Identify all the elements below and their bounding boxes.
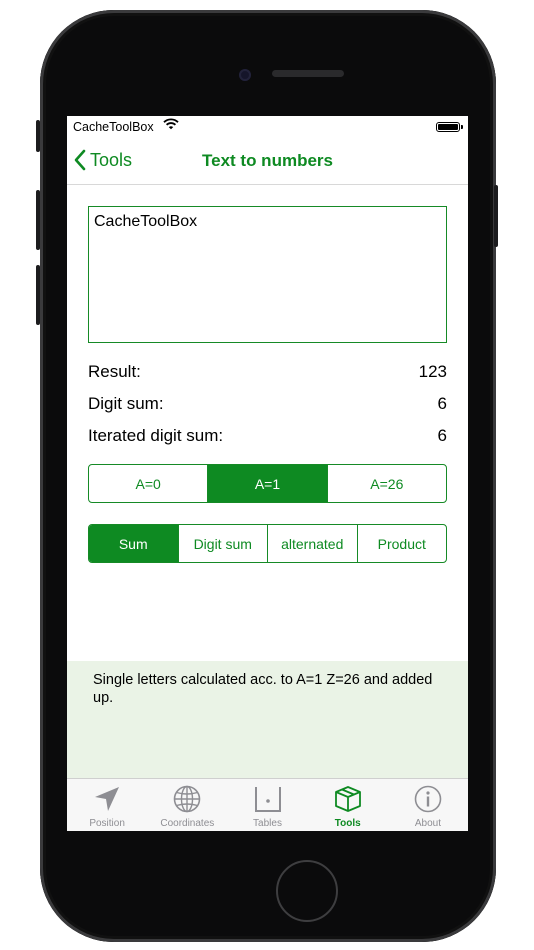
earpiece-speaker xyxy=(272,70,344,77)
power-button xyxy=(494,185,498,247)
front-camera xyxy=(239,69,251,81)
iterated-digit-sum-label: Iterated digit sum: xyxy=(88,426,224,445)
segment-digit-sum[interactable]: Digit sum xyxy=(177,525,268,562)
volume-up-button xyxy=(36,190,40,250)
tab-label: Tables xyxy=(253,818,282,829)
digit-sum-value: 6 xyxy=(437,394,447,413)
tab-label: About xyxy=(414,818,441,829)
iterated-digit-sum-row: Iterated digit sum: 6 xyxy=(88,426,447,448)
calculation-mode-segmented-control: Sum Digit sum alternated Product xyxy=(88,524,447,563)
segment-product[interactable]: Product xyxy=(356,525,447,562)
battery-icon xyxy=(436,122,463,132)
home-button[interactable] xyxy=(276,860,338,922)
segment-a26[interactable]: A=26 xyxy=(326,465,446,502)
tab-tools[interactable]: Tools xyxy=(308,779,388,831)
info-text: Single letters calculated acc. to A=1 Z=… xyxy=(93,672,433,706)
segment-alternated[interactable]: alternated xyxy=(267,525,357,562)
mute-switch xyxy=(36,120,40,152)
tab-coordinates[interactable]: Coordinates xyxy=(147,779,227,831)
tab-label: Tools xyxy=(334,818,361,829)
app-screen: CacheToolBox Tools Text to numbers Cache… xyxy=(67,116,468,831)
digit-sum-label: Digit sum: xyxy=(88,394,164,413)
segment-a0[interactable]: A=0 xyxy=(89,465,207,502)
tab-label: Coordinates xyxy=(160,818,215,829)
info-icon xyxy=(414,785,442,813)
segment-a1[interactable]: A=1 xyxy=(207,465,327,502)
location-arrow-icon xyxy=(95,787,120,811)
tab-label: Position xyxy=(89,818,125,829)
letter-offset-segmented-control: A=0 A=1 A=26 xyxy=(88,464,447,503)
globe-icon xyxy=(173,785,201,813)
tab-position[interactable]: Position xyxy=(67,779,147,831)
status-bar: CacheToolBox xyxy=(67,116,468,138)
iterated-digit-sum-value: 6 xyxy=(437,426,447,445)
tab-about[interactable]: About xyxy=(388,779,468,831)
info-panel: Single letters calculated acc. to A=1 Z=… xyxy=(67,661,468,778)
tab-tables[interactable]: Tables xyxy=(227,779,307,831)
tab-bar: Position Coordinates Tables Tools About xyxy=(67,778,468,831)
result-value: 123 xyxy=(418,362,447,381)
navigation-bar: Tools Text to numbers xyxy=(67,138,468,185)
result-row: Result: 123 xyxy=(88,362,447,384)
table-icon xyxy=(254,787,281,812)
segment-sum[interactable]: Sum xyxy=(89,525,178,562)
digit-sum-row: Digit sum: 6 xyxy=(88,394,447,416)
volume-down-button xyxy=(36,265,40,325)
carrier-label: CacheToolBox xyxy=(73,120,154,134)
page-title: Text to numbers xyxy=(202,151,333,170)
result-label: Result: xyxy=(88,362,141,381)
text-input[interactable]: CacheToolBox xyxy=(88,206,447,343)
box-icon xyxy=(334,786,361,812)
wifi-icon xyxy=(163,118,179,133)
